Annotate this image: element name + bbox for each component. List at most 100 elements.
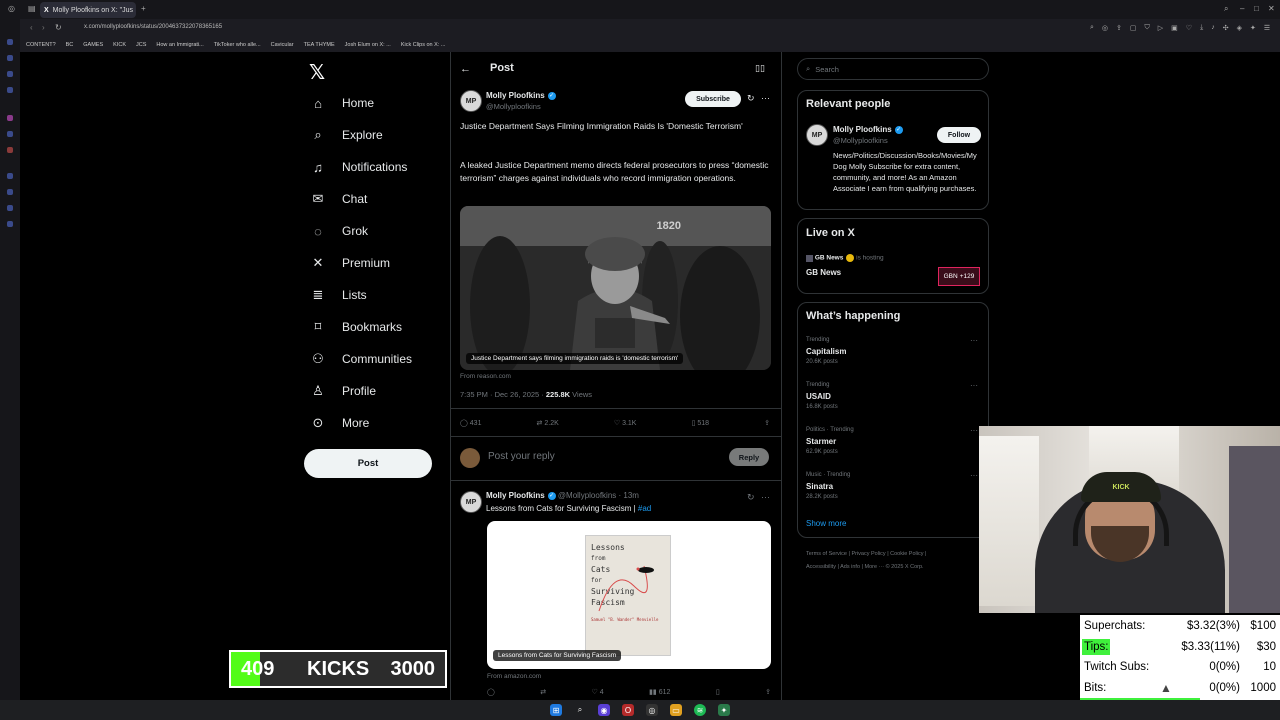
reply-action[interactable]: ◯ 431 (460, 419, 481, 427)
share-icon[interactable]: ⇪ (764, 419, 770, 427)
avatar[interactable]: MP (460, 90, 482, 112)
reader-icon[interactable]: ◎ (1102, 24, 1108, 34)
bookmark-item[interactable]: BC (66, 42, 74, 48)
bookmark-item[interactable]: CONTENT? (26, 42, 56, 48)
download-icon[interactable]: ⤓ (1200, 24, 1203, 34)
post-button[interactable]: Post (304, 449, 432, 478)
more-options-icon[interactable]: ··· (761, 492, 770, 502)
cube-icon[interactable]: ◈ (1237, 24, 1242, 34)
nav-item-notifications[interactable]: ♫ Notifications (310, 155, 407, 179)
sidebar-app-icon[interactable] (7, 147, 13, 153)
search-input[interactable]: ⌕ Search (797, 58, 989, 80)
subscribe-button[interactable]: Subscribe (685, 91, 741, 107)
play-icon[interactable]: ▷ (1158, 24, 1163, 34)
reply-author[interactable]: Molly Ploofkins ✓ @Mollyploofkins · 13m (486, 491, 639, 500)
start-icon[interactable]: ⊞ (550, 704, 562, 716)
obs-icon[interactable]: ◎ (646, 704, 658, 716)
avatar[interactable]: MP (806, 124, 828, 146)
bookmark-item[interactable]: TikToker who alle... (214, 42, 261, 48)
live-thumbnail[interactable]: GBN +129 (938, 267, 980, 286)
sidebar-app-icon[interactable] (7, 39, 13, 45)
more-options-icon[interactable]: ··· (970, 336, 978, 345)
nav-item-lists[interactable]: ≣ Lists (310, 283, 367, 307)
sidebar-app-icon[interactable] (7, 115, 13, 121)
bookmark-item[interactable]: How an Immigrati... (156, 42, 203, 48)
back-icon[interactable]: ‹ (30, 23, 33, 32)
sidebar-app-icon[interactable] (7, 71, 13, 77)
search-icon[interactable]: ⌕ (574, 704, 586, 716)
ai-icon[interactable]: ✦ (1250, 24, 1256, 34)
footer-line-2[interactable]: Accessibility | Ads info | More ··· © 20… (806, 561, 986, 574)
reply-button[interactable]: Reply (729, 448, 769, 466)
tweet-media-card[interactable]: 1820 Justice Department says filming imm… (460, 206, 771, 370)
tab-active[interactable]: X Molly Ploofkins on X: "Jus (40, 2, 136, 18)
spotify-icon[interactable]: ≋ (694, 704, 706, 716)
minimize-icon[interactable]: – (1240, 4, 1244, 13)
trend-name[interactable]: Capitalism (806, 347, 846, 356)
zoom-icon[interactable]: ⌕ (1090, 24, 1094, 34)
trend-name[interactable]: USAID (806, 392, 831, 401)
author-name[interactable]: Molly Ploofkins ✓ (486, 91, 556, 100)
bookmark-icon[interactable]: ▯ (716, 688, 720, 696)
footer-line-1[interactable]: Terms of Service | Privacy Policy | Cook… (806, 548, 986, 561)
relevant-name[interactable]: Molly Ploofkins ✓ (833, 125, 903, 134)
reader-mode-icon[interactable]: ▯▯ (755, 63, 765, 74)
opera-icon[interactable]: O (622, 704, 634, 716)
repost-icon[interactable]: ⇄ (540, 688, 546, 696)
reload-icon[interactable]: ↻ (55, 23, 62, 32)
follow-button[interactable]: Follow (937, 127, 981, 143)
sidebar-app-icon[interactable] (7, 173, 13, 179)
back-arrow-icon[interactable]: ← (460, 63, 471, 75)
url-field[interactable]: x.com/mollyploofkins/status/200463732207… (84, 24, 222, 30)
search-tabs-icon[interactable]: ⌕ (1224, 4, 1228, 14)
relevant-handle[interactable]: @Mollyploofkins (833, 136, 888, 145)
bookmark-item[interactable]: GAMES (83, 42, 103, 48)
reply-icon[interactable]: ◯ (487, 688, 495, 696)
forward-icon[interactable]: › (42, 23, 45, 32)
footer-links[interactable]: Terms of Service | Privacy Policy | Cook… (806, 548, 986, 574)
avatar[interactable]: MP (460, 491, 482, 513)
discord-icon[interactable]: ◉ (598, 704, 610, 716)
link-card[interactable]: Lessons from Cats for Surviving Fascism Samue… (487, 521, 771, 669)
author-handle[interactable]: @Mollyploofkins (486, 102, 541, 111)
tab-list-icon[interactable]: ▤ (28, 4, 36, 13)
nav-item-chat[interactable]: ✉ Chat (310, 187, 368, 211)
snapshot-icon[interactable]: ▢ (1130, 24, 1137, 34)
menu-icon[interactable]: ☰ (1264, 24, 1270, 34)
extensions-icon[interactable]: ✣ (1223, 24, 1229, 34)
nav-item-explore[interactable]: ⌕ Explore (310, 123, 382, 147)
card-source[interactable]: From amazon.com (487, 673, 541, 680)
sidebar-app-icon[interactable] (7, 55, 13, 61)
trend-name[interactable]: Sinatra (806, 482, 833, 491)
browser-menu-icon[interactable]: ◎ (8, 4, 15, 13)
more-options-icon[interactable]: ··· (970, 381, 978, 390)
like-action[interactable]: ♡ 3.1K (614, 419, 637, 427)
more-options-icon[interactable]: ··· (970, 471, 978, 480)
volume-icon[interactable]: ♪ (1211, 24, 1215, 34)
nav-item-premium[interactable]: ✕ Premium (310, 251, 390, 275)
maximize-icon[interactable]: □ (1254, 4, 1259, 13)
sidebar-app-icon[interactable] (7, 87, 13, 93)
nav-item-bookmarks[interactable]: ⌑ Bookmarks (310, 315, 402, 339)
nav-item-more[interactable]: ⊙ More (310, 411, 370, 435)
app-icon[interactable]: ✦ (718, 704, 730, 716)
bookmark-action[interactable]: ▯ 518 (692, 419, 709, 427)
share-icon[interactable]: ⇪ (765, 688, 771, 696)
bookmark-item[interactable]: KICK (113, 42, 126, 48)
reply-input[interactable]: Post your reply (488, 451, 555, 462)
live-show[interactable]: GB News (806, 268, 841, 277)
more-options-icon[interactable]: ··· (970, 426, 978, 435)
timestamp[interactable]: 7:35 PM · Dec 26, 2025 · (460, 390, 546, 399)
bookmark-item[interactable]: Josh Elum on X: ... (345, 42, 391, 48)
close-icon[interactable]: ✕ (1268, 4, 1275, 13)
trend-name[interactable]: Starmer (806, 437, 836, 446)
heart-icon[interactable]: ♡ (1186, 24, 1192, 34)
ad-hashtag[interactable]: #ad (638, 504, 651, 513)
nav-item-home[interactable]: ⌂ Home (310, 91, 374, 115)
nav-item-communities[interactable]: ⚇ Communities (310, 347, 412, 371)
sidebar-app-icon[interactable] (7, 221, 13, 227)
new-tab-icon[interactable]: + (141, 4, 146, 13)
nav-item-grok[interactable]: ◌ Grok (310, 219, 368, 243)
more-options-icon[interactable]: ··· (761, 93, 770, 103)
show-more-link[interactable]: Show more (806, 519, 846, 528)
